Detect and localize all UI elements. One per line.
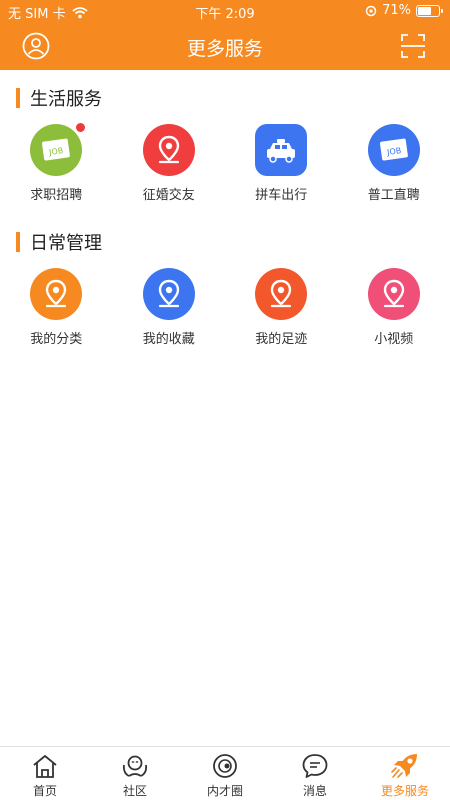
tab-messages[interactable]: 消息 [270,747,360,800]
notification-badge [75,122,87,133]
location-pin-icon [271,279,292,308]
rocket-icon [391,754,417,778]
message-icon [302,754,328,778]
tab-label: 社区 [122,784,147,798]
service-item-my-favorites[interactable]: 我的收藏 [113,268,226,347]
service-icon-bg: JOB [367,124,420,176]
section-accent-bar [16,88,20,108]
tab-circle[interactable]: 内才圈 [180,747,270,800]
tab-more-services[interactable]: 更多服务 [360,747,450,800]
taxi-icon [267,139,296,163]
service-icon-bg [255,124,308,176]
orientation-lock-icon [365,5,377,16]
battery-icon [416,4,443,17]
section-accent-bar [16,232,20,252]
service-icon-bg [142,124,195,176]
service-label: 征婚交友 [142,188,195,203]
status-bar: 无 SIM 卡 下午 2:09 71% [0,0,450,22]
service-icon-bg [142,268,195,320]
service-icon-bg [367,268,420,320]
tab-label: 更多服务 [380,784,429,798]
service-item-job[interactable]: JOB 求职招聘 [0,122,113,203]
section-title: 生活服务 [30,89,102,110]
location-pin-icon [46,279,67,308]
service-icon-bg: JOB [30,122,87,176]
battery-percent: 71% [382,3,411,18]
section-title: 日常管理 [30,233,102,254]
section-header: 生活服务 [16,87,102,110]
service-label: 小视频 [374,332,414,347]
tab-community[interactable]: 社区 [90,747,180,800]
tab-label: 消息 [302,784,327,798]
app-header: 无 SIM 卡 下午 2:09 71% 更多服务 [0,0,450,70]
tab-label: 首页 [32,784,57,798]
service-item-short-video[interactable]: 小视频 [338,268,450,347]
tab-label: 内才圈 [206,784,243,798]
service-label: 拼车出行 [255,188,308,203]
location-pin-icon [383,279,404,308]
service-label: 我的收藏 [142,332,195,347]
service-item-carpool[interactable]: 拼车出行 [225,124,338,203]
circle-icon [213,754,237,778]
bottom-tab-bar: 首页 社区 内才圈 消息 更多服务 [0,746,450,800]
location-pin-icon [158,135,179,164]
service-item-dating[interactable]: 征婚交友 [113,124,226,203]
service-item-my-footprints[interactable]: 我的足迹 [225,268,338,347]
service-icon-bg [30,268,83,320]
job-card-icon: JOB [379,138,408,161]
page-title: 更多服务 [186,38,263,60]
home-icon [33,755,57,778]
job-card-icon: JOB [42,138,71,161]
service-label: 求职招聘 [30,188,83,203]
battery-fill [418,6,431,15]
location-pin-icon [158,279,179,308]
service-item-my-categories[interactable]: 我的分类 [0,268,113,347]
scan-icon[interactable] [400,32,426,60]
service-label: 我的分类 [30,332,83,347]
service-label: 我的足迹 [255,332,308,347]
service-label: 普工直聘 [367,188,420,203]
tab-home[interactable]: 首页 [0,747,90,800]
community-icon [122,755,148,777]
service-icon-bg [255,268,308,320]
section-header: 日常管理 [16,231,102,254]
nav-bar: 更多服务 [0,22,450,70]
service-item-worker-hiring[interactable]: JOB 普工直聘 [338,124,450,203]
